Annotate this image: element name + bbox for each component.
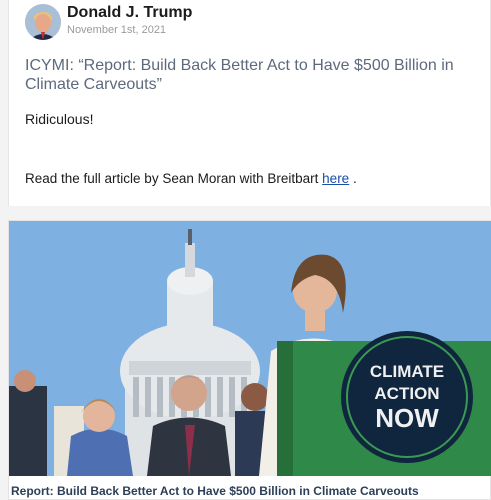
post-date: November 1st, 2021 [67,24,167,36]
post-body: Ridiculous! [25,111,94,127]
article-link[interactable]: here [322,171,349,186]
article-image[interactable]: CLIMATE ACTION NOW [9,221,491,476]
article-photo: CLIMATE ACTION NOW [9,221,491,476]
avatar-photo-icon [25,4,61,40]
author-name[interactable]: Donald J. Trump [67,4,192,22]
author-avatar[interactable] [25,4,61,40]
sign-line-3: NOW [375,403,439,433]
post-title: ICYMI: “Report: Build Back Better Act to… [25,57,454,93]
read-suffix: . [349,171,357,186]
sign-line-1: CLIMATE [370,362,444,381]
read-prefix: Read the full article by Sean Moran with… [25,171,319,186]
section-divider [0,206,491,220]
read-article-line: Read the full article by Sean Moran with… [25,171,357,186]
article-caption[interactable]: Report: Build Back Better Act to Have $5… [11,484,419,498]
article-card[interactable]: CLIMATE ACTION NOW Report: Build Back Be… [8,220,491,500]
sign-line-2: ACTION [374,384,439,403]
post-card: Donald J. Trump November 1st, 2021 ICYMI… [8,0,491,206]
